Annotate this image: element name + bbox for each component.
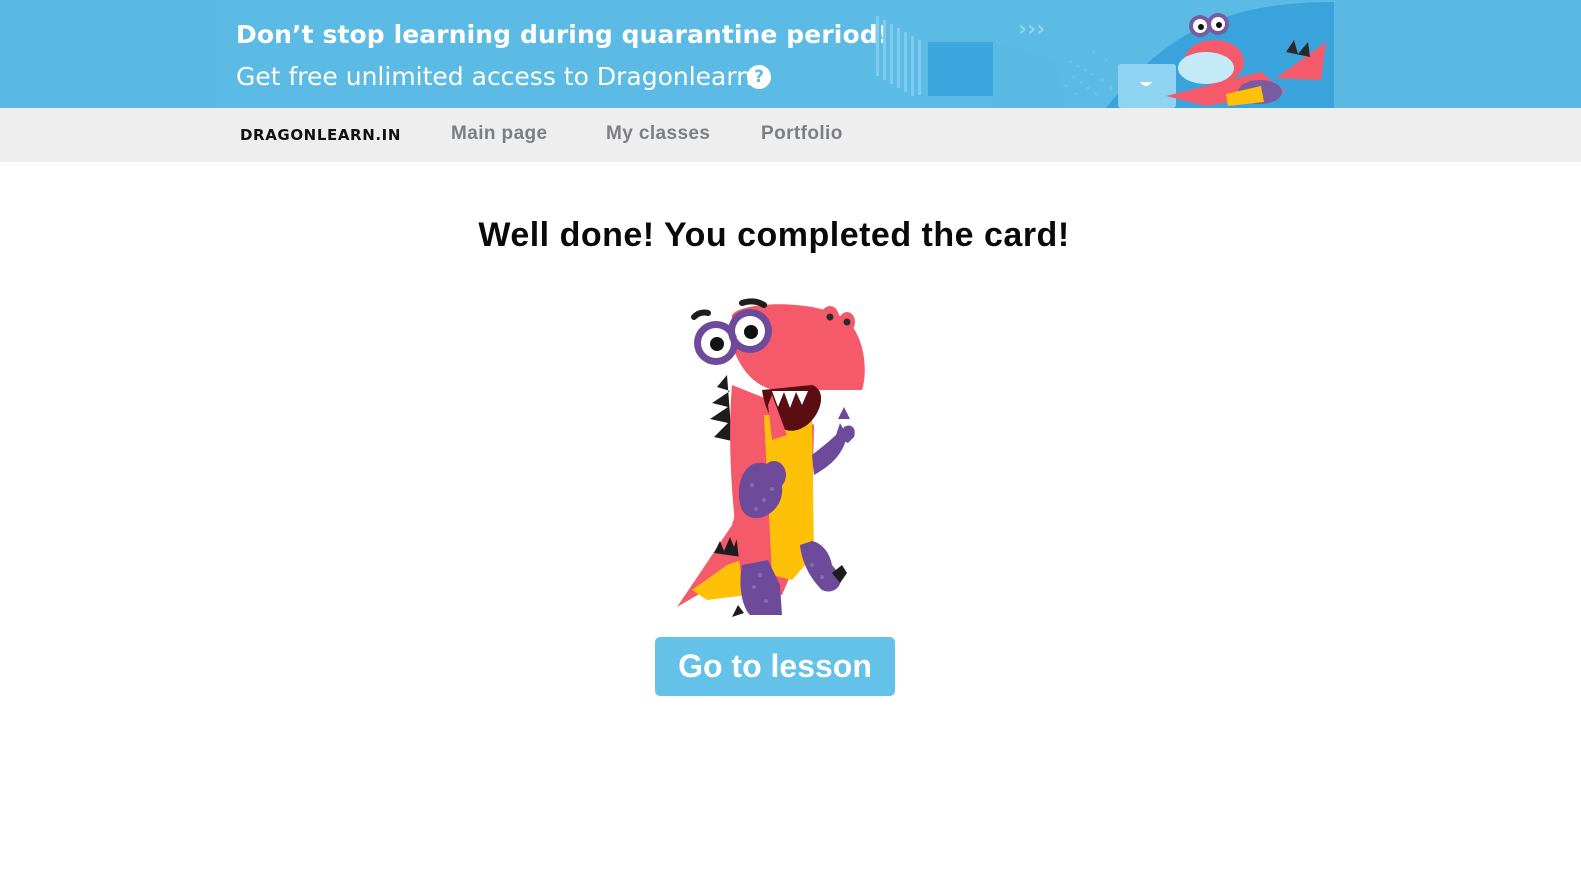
quarantine-promo-banner[interactable]: Don’t stop learning during quarantine pe… [216, 2, 1334, 108]
svg-text:›››: ››› [1018, 17, 1045, 42]
nav-my-classes[interactable]: My classes [606, 123, 710, 145]
site-logo[interactable]: DRAGONLEARN.IN [240, 126, 401, 144]
question-mark-icon[interactable]: ? [747, 65, 771, 89]
dragon-laptop-illustration: ››› [876, 2, 1334, 108]
completion-heading: Well done! You completed the card! [478, 216, 1070, 254]
banner-title: Don’t stop learning during quarantine pe… [236, 20, 890, 49]
nav-portfolio[interactable]: Portfolio [761, 123, 843, 145]
nav-main-page[interactable]: Main page [451, 123, 548, 145]
top-navbar: DRAGONLEARN.IN Main page My classes Port… [0, 108, 1581, 162]
go-to-lesson-button[interactable]: Go to lesson [655, 637, 895, 696]
dragon-mascot-illustration [677, 298, 865, 617]
banner-subtitle: Get free unlimited access to Dragonlearn [236, 62, 753, 91]
